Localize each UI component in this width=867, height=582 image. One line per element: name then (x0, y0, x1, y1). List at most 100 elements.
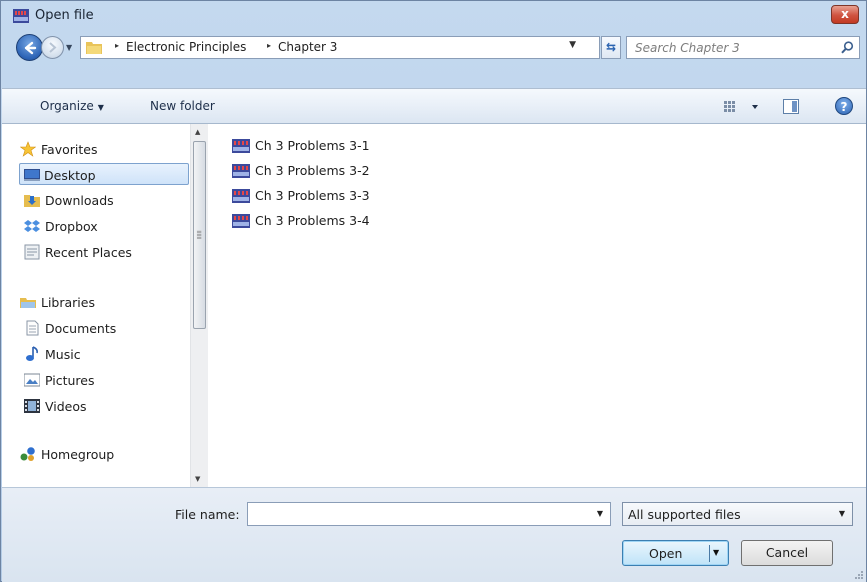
open-button-label: Open (649, 546, 683, 561)
sidebar-item-label: Downloads (45, 193, 114, 208)
organize-label: Organize (40, 99, 94, 113)
grip-icon: ═ ═ ═ (197, 228, 202, 242)
search-box[interactable] (626, 36, 860, 59)
recent-pages-dropdown-icon[interactable]: ▼ (66, 43, 76, 53)
sidebar-item-dropbox[interactable]: Dropbox (2, 215, 190, 237)
chevron-down-icon: ▼ (838, 509, 845, 518)
sidebar-item-documents[interactable]: Documents (2, 317, 190, 339)
title-bar[interactable]: Open file x (1, 1, 866, 31)
search-input[interactable] (627, 37, 832, 58)
chevron-down-icon[interactable]: ▼ (597, 509, 603, 518)
libraries-icon (20, 298, 36, 308)
file-icon (232, 164, 250, 178)
sidebar-item-libraries[interactable]: Libraries (2, 291, 190, 313)
split-divider (709, 545, 710, 562)
file-name: Ch 3 Problems 3-3 (255, 188, 370, 203)
navigation-scrollbar[interactable]: ▲ ═ ═ ═ ▼ (190, 124, 208, 487)
navigation-bar: ▼ ▸ Electronic Principles ▸ Chapter 3 ▼ … (1, 31, 866, 65)
forward-arrow-icon (49, 42, 57, 53)
file-icon (232, 189, 250, 203)
close-button[interactable]: x (831, 5, 859, 24)
file-name: Ch 3 Problems 3-2 (255, 163, 370, 178)
command-bar: Organize ▼ New folder ? (2, 88, 866, 124)
new-folder-button[interactable]: New folder (150, 99, 215, 113)
sidebar-item-label: Homegroup (41, 447, 115, 462)
window-title: Open file (35, 8, 94, 23)
sidebar-item-music[interactable]: Music (2, 343, 190, 365)
breadcrumb-chapter-3[interactable]: Chapter 3 (278, 40, 337, 54)
star-icon (20, 141, 36, 157)
sidebar-item-label: Dropbox (45, 219, 98, 234)
pictures-icon (24, 373, 40, 387)
file-item[interactable]: Ch 3 Problems 3-4 (228, 210, 428, 232)
navigation-pane: Favorites Desktop Downloads Dropbox Rece… (2, 124, 208, 487)
breadcrumb-electronic-principles[interactable]: Electronic Principles (126, 40, 246, 54)
address-bar[interactable]: ▸ Electronic Principles ▸ Chapter 3 ▼ (80, 36, 600, 59)
file-name: Ch 3 Problems 3-4 (255, 213, 370, 228)
file-name-combobox[interactable]: ▼ (247, 502, 611, 526)
cancel-button[interactable]: Cancel (741, 540, 833, 566)
organize-menu[interactable]: Organize ▼ (40, 99, 104, 113)
sidebar-item-label: Recent Places (45, 245, 132, 260)
sidebar-item-pictures[interactable]: Pictures (2, 369, 190, 391)
documents-icon (26, 320, 39, 336)
back-button[interactable] (16, 34, 43, 61)
videos-icon (24, 399, 40, 413)
breadcrumb-separator-icon[interactable]: ▸ (267, 41, 271, 50)
sidebar-item-label: Libraries (41, 295, 95, 310)
file-type-value: All supported files (628, 507, 741, 522)
scroll-down-icon[interactable]: ▼ (195, 475, 200, 483)
sidebar-item-downloads[interactable]: Downloads (2, 189, 190, 211)
sidebar-item-favorites[interactable]: Favorites (2, 138, 190, 160)
scroll-up-icon[interactable]: ▲ (195, 128, 200, 136)
change-view-button[interactable] (724, 99, 762, 115)
folder-icon (86, 42, 102, 54)
refresh-icon: ⇆ (605, 40, 617, 54)
chevron-down-icon: ▼ (97, 103, 104, 112)
sidebar-item-label: Videos (45, 399, 87, 414)
app-icon (13, 9, 29, 23)
desktop-icon (24, 169, 40, 181)
sidebar-item-homegroup[interactable]: Homegroup (2, 443, 190, 465)
sidebar-item-label: Desktop (44, 168, 96, 183)
search-icon[interactable] (841, 41, 854, 54)
back-arrow-icon (24, 41, 37, 55)
file-item[interactable]: Ch 3 Problems 3-1 (228, 135, 428, 157)
file-type-select[interactable]: All supported files ▼ (622, 502, 853, 526)
sidebar-item-label: Favorites (41, 142, 98, 157)
breadcrumb-separator-icon[interactable]: ▸ (115, 41, 119, 50)
sidebar-item-label: Documents (45, 321, 117, 336)
sidebar-item-desktop[interactable]: Desktop (19, 163, 189, 185)
recent-places-icon (24, 244, 40, 260)
close-icon: x (841, 7, 849, 21)
help-button[interactable]: ? (835, 97, 853, 115)
forward-button[interactable] (41, 36, 64, 59)
file-list[interactable]: Ch 3 Problems 3-1 Ch 3 Problems 3-2 Ch 3… (208, 124, 866, 487)
music-icon (26, 346, 38, 361)
file-icon (232, 139, 250, 153)
help-icon: ? (840, 100, 848, 114)
dropbox-icon (24, 220, 40, 232)
views-icon (724, 101, 758, 112)
sidebar-item-videos[interactable]: Videos (2, 395, 190, 417)
file-item[interactable]: Ch 3 Problems 3-2 (228, 160, 428, 182)
refresh-button[interactable]: ⇆ (601, 36, 621, 59)
address-dropdown-icon[interactable]: ▼ (569, 40, 576, 50)
resize-grip-icon[interactable] (853, 569, 863, 579)
scrollbar-thumb[interactable]: ═ ═ ═ (193, 141, 206, 329)
file-item[interactable]: Ch 3 Problems 3-3 (228, 185, 428, 207)
preview-pane-button[interactable] (783, 99, 799, 114)
file-name-label: File name: (175, 507, 240, 522)
open-options-dropdown-icon[interactable]: ▼ (713, 548, 719, 557)
dialog-footer: File name: ▼ All supported files ▼ Open … (2, 487, 866, 582)
file-icon (232, 214, 250, 228)
file-name: Ch 3 Problems 3-1 (255, 138, 370, 153)
downloads-icon (24, 195, 40, 207)
sidebar-item-label: Music (45, 347, 81, 362)
open-button[interactable]: Open ▼ (622, 540, 729, 566)
open-file-dialog: Open file x ▼ ▸ Electronic Principles ▸ … (0, 0, 867, 582)
file-name-input[interactable] (248, 503, 578, 525)
sidebar-item-recent-places[interactable]: Recent Places (2, 241, 190, 263)
homegroup-icon (20, 447, 35, 461)
sidebar-item-label: Pictures (45, 373, 95, 388)
